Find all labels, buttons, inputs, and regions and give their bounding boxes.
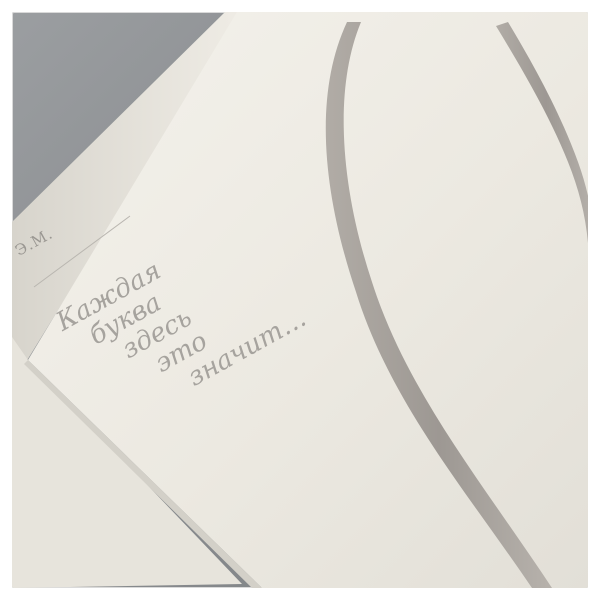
photo-frame: Э.М. Каждая буква здесь это значит… [0,0,600,600]
book-photo: Э.М. Каждая буква здесь это значит… [12,12,588,588]
book-cover-illustration [12,12,588,588]
